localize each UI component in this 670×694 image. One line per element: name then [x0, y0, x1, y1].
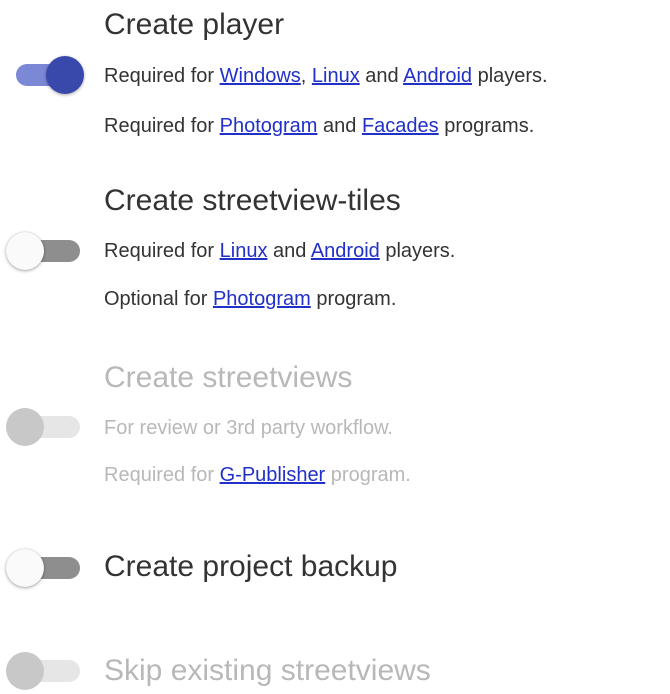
link-linux[interactable]: Linux	[220, 240, 268, 262]
link-linux[interactable]: Linux	[312, 65, 360, 87]
option-title: Skip existing streetviews	[104, 654, 431, 687]
link-photogram[interactable]: Photogram	[213, 288, 311, 310]
option-description: Required for Linux and Android players.	[104, 240, 456, 262]
toggle-thumb	[46, 56, 84, 94]
option-description: For review or 3rd party workflow.	[104, 417, 393, 439]
toggle-create-player[interactable]	[6, 52, 84, 98]
option-description: Required for Windows, Linux and Android …	[104, 65, 548, 87]
option-description: Required for G-Publisher program.	[104, 464, 411, 486]
toggle-create-streetview-tiles[interactable]	[6, 228, 84, 274]
link-photogram[interactable]: Photogram	[220, 115, 318, 137]
toggle-create-streetviews[interactable]	[6, 404, 84, 450]
link-android[interactable]: Android	[311, 240, 380, 262]
option-title: Create streetviews	[104, 361, 353, 394]
toggle-thumb	[6, 408, 44, 446]
link-windows[interactable]: Windows	[220, 65, 301, 87]
option-title: Create player	[104, 8, 285, 41]
option-title: Create streetview-tiles	[104, 184, 401, 217]
toggle-thumb	[6, 549, 44, 587]
option-title: Create project backup	[104, 550, 398, 583]
toggle-thumb	[6, 652, 44, 690]
link-android[interactable]: Android	[403, 65, 472, 87]
option-description: Required for Photogram and Facades progr…	[104, 115, 535, 137]
link-facades[interactable]: Facades	[362, 115, 439, 137]
link-g-publisher[interactable]: G-Publisher	[220, 464, 326, 486]
toggle-thumb	[6, 232, 44, 270]
toggle-skip-existing-streetviews[interactable]	[6, 648, 84, 694]
option-description: Optional for Photogram program.	[104, 288, 397, 310]
toggle-create-project-backup[interactable]	[6, 545, 84, 591]
